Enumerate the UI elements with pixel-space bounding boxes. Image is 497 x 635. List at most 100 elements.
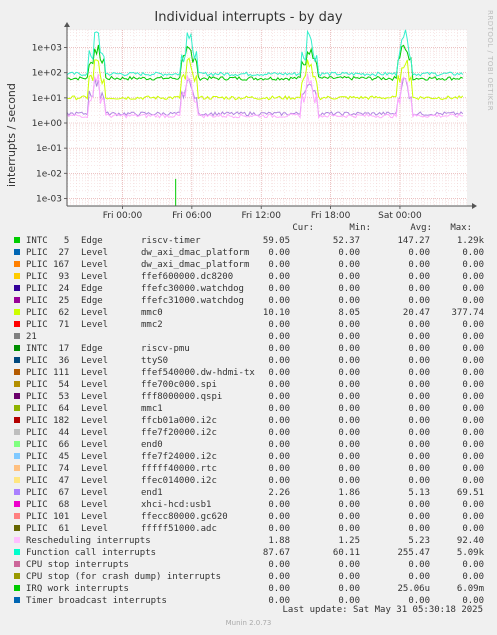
legend-cur: 0.00 (268, 596, 290, 606)
legend-max: 0.00 (462, 452, 484, 462)
legend-device: riscv-pmu (141, 344, 190, 354)
legend-source: PLIC 74 (26, 464, 70, 474)
legend-max: 0.00 (462, 416, 484, 426)
legend-row: PLIC 68 Level xhci-hcd:usb1 0.00 0.00 0.00 0.0… (0, 499, 497, 511)
legend-row: CPU stop (for crash dump) interrupts 0.00… (0, 571, 497, 583)
legend-swatch (14, 549, 20, 555)
legend-max: 0.00 (462, 404, 484, 414)
legend-source: CPU stop (for crash dump) interrupts (26, 572, 222, 582)
legend-max: 0.00 (462, 344, 484, 354)
legend-row: IRQ work interrupts 0.00 0.00 25.06u 6.09m (0, 583, 497, 595)
legend-source: PLIC 44 (26, 428, 70, 438)
legend-swatch (14, 429, 20, 435)
x-tick-label: Fri 18:00 (311, 211, 351, 221)
legend-swatch (14, 357, 20, 363)
legend-trigger: Level (81, 416, 109, 426)
legend-avg: 0.00 (408, 392, 430, 402)
y-tick-label: 1e-03 (36, 194, 62, 204)
legend-device: ffefc30000.watchdog (141, 284, 244, 294)
legend-avg: 25.06u (397, 584, 430, 594)
legend-header: Cur: Min: Avg: Max: (0, 223, 497, 235)
legend-avg: 0.00 (408, 476, 430, 486)
legend-source: PLIC 25 (26, 296, 70, 306)
legend-cur: 0.00 (268, 464, 290, 474)
legend-avg: 0.00 (408, 560, 430, 570)
legend-min: 0.00 (338, 356, 360, 366)
legend-max: 0.00 (462, 368, 484, 378)
y-tick-label: 1e-01 (36, 144, 62, 154)
legend-min: 0.00 (338, 260, 360, 270)
legend-cur: 0.00 (268, 476, 290, 486)
legend-min: 0.00 (338, 464, 360, 474)
legend-source: PLIC 53 (26, 392, 70, 402)
legend-swatch (14, 273, 20, 279)
legend-row: PLIC 93 Level ffef600000.dc8200 0.00 0.00 0.0… (0, 271, 497, 283)
legend-max: 0.00 (462, 464, 484, 474)
legend-row: PLIC 27 Level dw_axi_dmac_platform 0.00 0.00… (0, 247, 497, 259)
legend-device: xhci-hcd:usb1 (141, 500, 212, 510)
legend-row: Rescheduling interrupts 1.88 1.25 5.23 92.40 (0, 535, 497, 547)
x-tick-label: Fri 00:00 (103, 211, 143, 221)
legend-trigger: Edge (81, 236, 103, 246)
legend-row: PLIC 36 Level ttyS0 0.00 0.00 0.00 0.00 (0, 355, 497, 367)
legend-source: PLIC 27 (26, 248, 70, 258)
legend-max: 0.00 (462, 428, 484, 438)
legend-header-max: Max: (450, 223, 472, 233)
legend-swatch (14, 417, 20, 423)
legend-cur: 0.00 (268, 392, 290, 402)
legend-device: mmc0 (141, 308, 163, 318)
legend-avg: 0.00 (408, 404, 430, 414)
legend-avg: 5.13 (408, 488, 430, 498)
legend-trigger: Level (81, 476, 109, 486)
legend-cur: 0.00 (268, 560, 290, 570)
legend-device: ffe700c000.spi (141, 380, 217, 390)
legend-cur: 0.00 (268, 512, 290, 522)
legend-trigger: Level (81, 404, 109, 414)
legend-source: PLIC 167 (26, 260, 70, 270)
legend-swatch (14, 489, 20, 495)
legend-source: PLIC 66 (26, 440, 70, 450)
legend-avg: 0.00 (408, 296, 430, 306)
legend-device: ffecc80000.gc620 (141, 512, 228, 522)
legend-min: 0.00 (338, 392, 360, 402)
legend-cur: 0.00 (268, 272, 290, 282)
legend-swatch (14, 237, 20, 243)
legend-row: Function call interrupts 87.67 60.11 255.47… (0, 547, 497, 559)
legend-cur: 59.05 (262, 236, 290, 246)
munin-version: Munin 2.0.73 (225, 619, 272, 627)
legend-trigger: Level (81, 368, 109, 378)
legend-max: 5.09k (456, 548, 484, 558)
legend-cur: 0.00 (268, 260, 290, 270)
legend-swatch (14, 345, 20, 351)
legend-trigger: Level (81, 308, 109, 318)
legend-device: fff8000000.qspi (141, 392, 223, 402)
legend-source: 21 (26, 332, 37, 342)
legend-row: PLIC 62 Level mmc0 10.10 8.05 20.47 377.74 (0, 307, 497, 319)
legend-cur: 87.67 (262, 548, 290, 558)
legend-device: riscv-timer (141, 236, 201, 246)
legend-trigger: Level (81, 320, 109, 330)
legend-swatch (14, 573, 20, 579)
legend-avg: 0.00 (408, 332, 430, 342)
legend-device: ffef600000.dc8200 (141, 272, 234, 282)
legend-trigger: Level (81, 260, 109, 270)
legend-swatch (14, 249, 20, 255)
legend-trigger: Edge (81, 284, 103, 294)
legend-device: end0 (141, 440, 163, 450)
legend-avg: 0.00 (408, 416, 430, 426)
legend-min: 1.25 (338, 536, 360, 546)
legend-header-cur: Cur: (292, 223, 314, 233)
legend-cur: 0.00 (268, 368, 290, 378)
legend-cur: 0.00 (268, 296, 290, 306)
legend-device: ffe7f20000.i2c (141, 428, 217, 438)
legend-row: 21 0.00 0.00 0.00 0.00 (0, 331, 497, 343)
legend-trigger: Level (81, 440, 109, 450)
legend-avg: 0.00 (408, 284, 430, 294)
legend-cur: 10.10 (262, 308, 290, 318)
legend-row: CPU stop interrupts 0.00 0.00 0.00 0.00 (0, 559, 497, 571)
legend-cur: 2.26 (268, 488, 290, 498)
legend-swatch (14, 261, 20, 267)
legend-max: 0.00 (462, 560, 484, 570)
y-tick-label: 1e+02 (32, 69, 62, 79)
legend-max: 1.29k (456, 236, 484, 246)
